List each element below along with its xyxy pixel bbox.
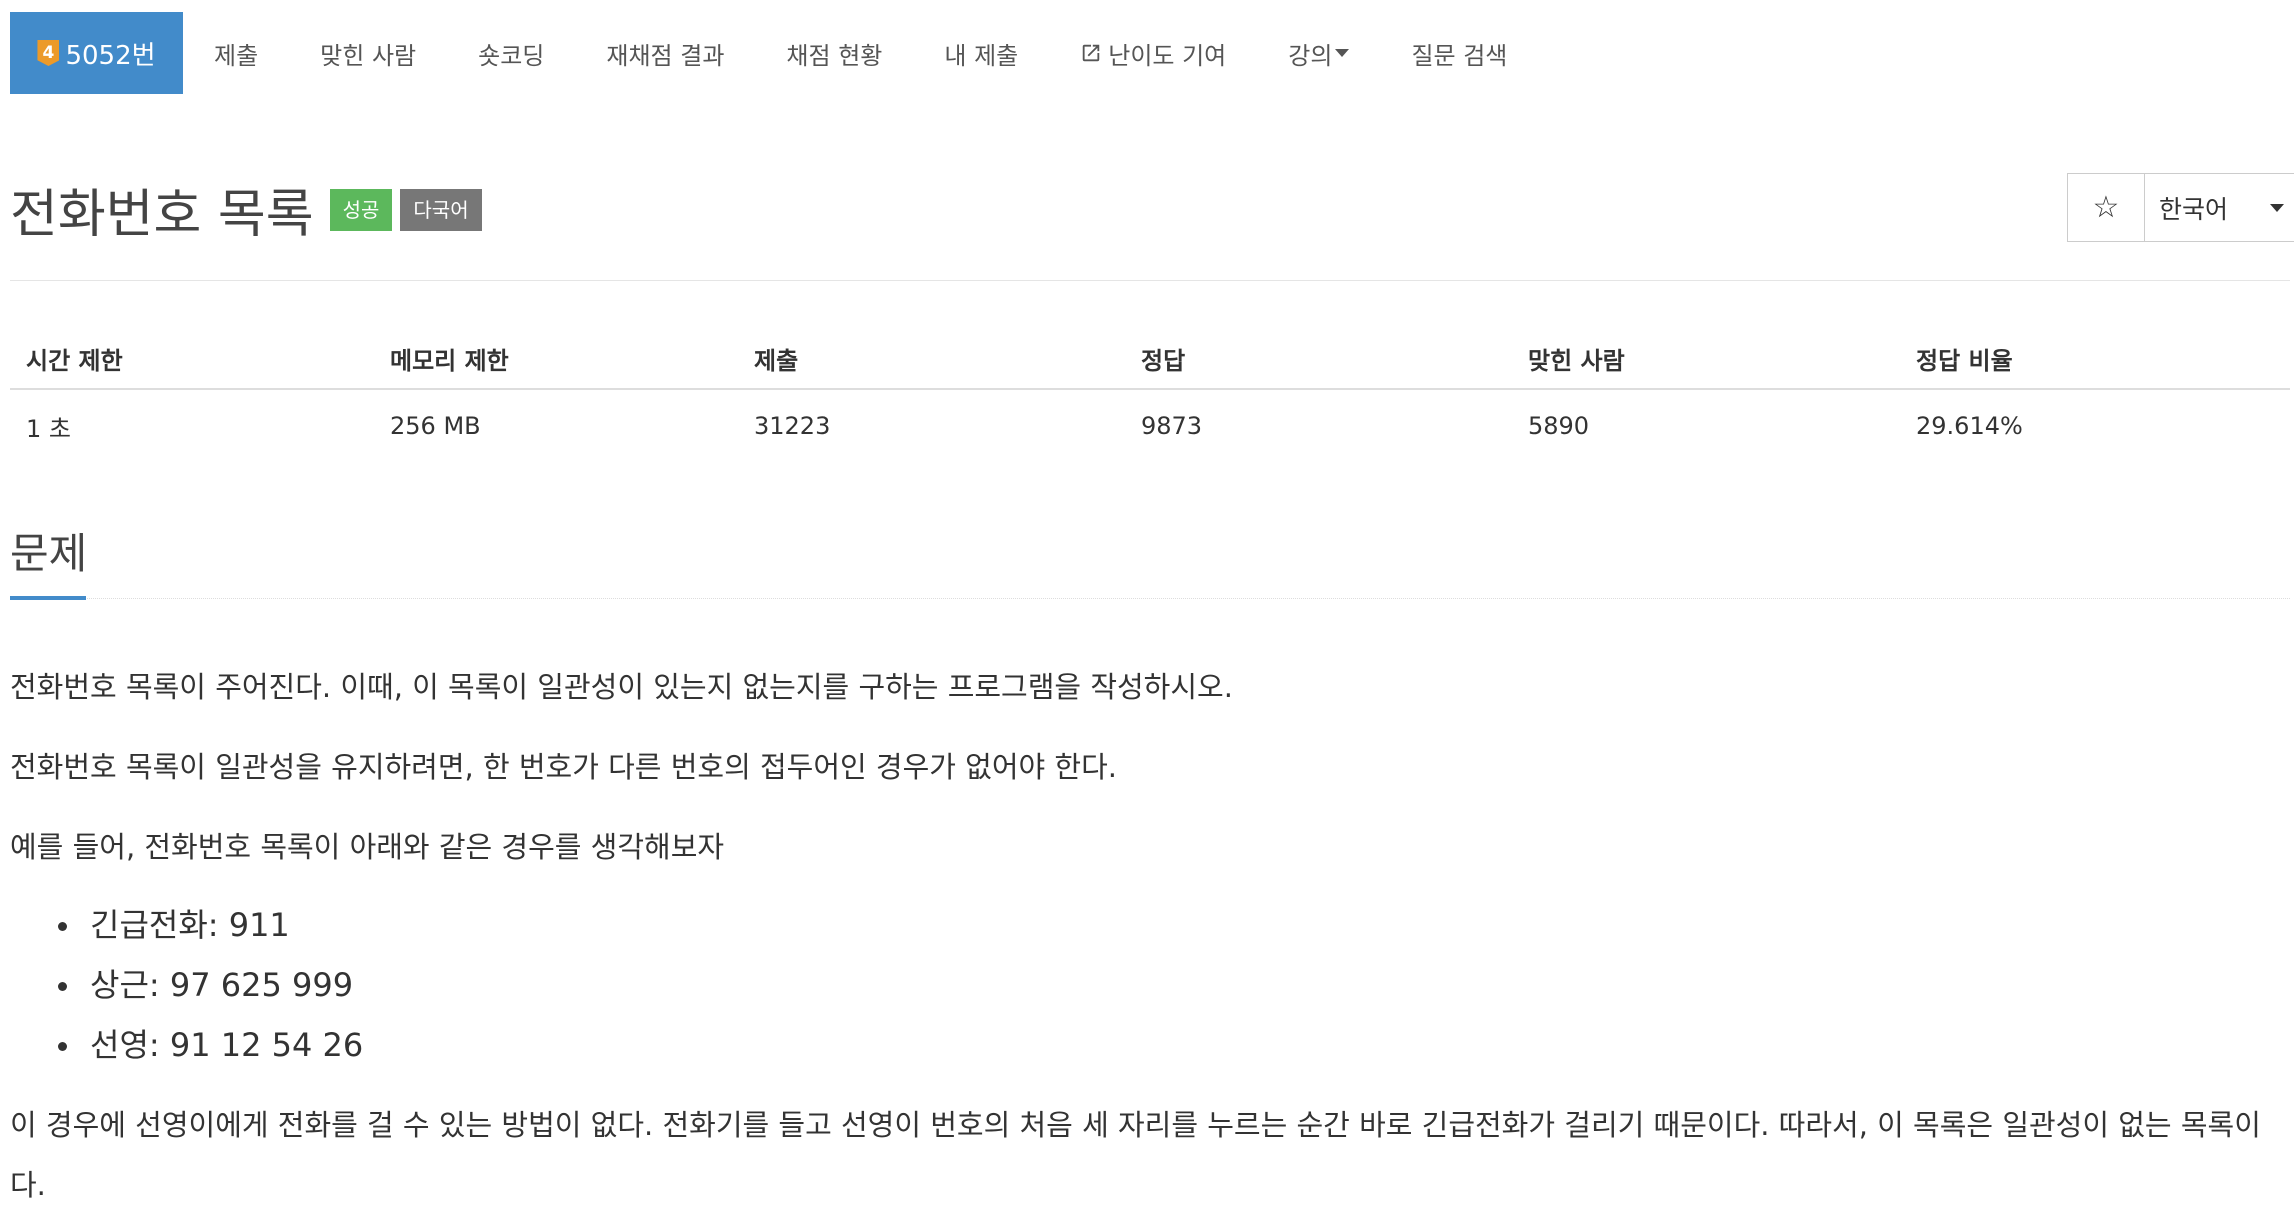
tab-solved-users[interactable]: 맞힌 사람 [289,12,447,94]
memory-limit-value: 256 MB [390,412,481,440]
tab-lectures-label: 강의 [1288,41,1333,70]
section-accent-bar [10,596,86,600]
header-accept-ratio: 정답 비율 [1900,328,2290,390]
caret-down-icon [1335,49,1350,57]
header-submissions: 제출 [738,328,1125,390]
tab-difficulty-label: 난이도 기여 [1108,41,1227,70]
star-icon: ☆ [2092,190,2120,225]
title-actions: ☆ 한국어 [2067,173,2294,242]
tab-difficulty-contribution[interactable]: 난이도 기여 [1049,12,1257,94]
status-badge-success: 성공 [329,188,393,231]
tier-badge-icon: 4 [37,40,60,66]
page: 4 5052번 제출 맞힌 사람 숏코딩 재채점 결과 채점 현황 내 제출 난… [0,0,2294,1218]
section-divider [10,598,2290,599]
language-select[interactable]: 한국어 [2145,174,2294,241]
tab-rejudge-results[interactable]: 재채점 결과 [575,12,755,94]
problem-paragraph: 예를 들어, 전화번호 목록이 아래와 같은 경우를 생각해보자 [10,830,725,864]
star-button[interactable]: ☆ [2068,174,2145,241]
solved-users-value: 5890 [1528,412,1590,440]
table-row: 1 초 256 MB 31223 9873 5890 29.614% [10,389,2290,462]
table-header-row: 시간 제한 메모리 제한 제출 정답 맞힌 사람 정답 비율 [10,328,2290,390]
submissions-value: 31223 [754,412,831,440]
header-memory-limit: 메모리 제한 [374,328,738,390]
example-list: 긴급전화: 911 상근: 97 625 999 선영: 91 12 54 26 [58,895,363,1075]
problem-id: 5052번 [65,40,156,71]
list-item: 긴급전화: 911 [58,895,363,955]
problem-paragraph: 전화번호 목록이 일관성을 유지하려면, 한 번호가 다른 번호의 접두어인 경… [10,750,1117,784]
header-accepted: 정답 [1125,328,1512,390]
time-limit-value: 1 초 [26,414,71,443]
problem-nav: 4 5052번 제출 맞힌 사람 숏코딩 재채점 결과 채점 현황 내 제출 난… [10,12,2290,94]
list-item: 선영: 91 12 54 26 [58,1015,363,1075]
tab-submit[interactable]: 제출 [183,12,289,94]
tab-my-submissions[interactable]: 내 제출 [913,12,1049,94]
header-solved-users: 맞힌 사람 [1512,328,1900,390]
badge-multilingual: 다국어 [400,188,482,231]
tab-short-coding[interactable]: 숏코딩 [447,12,575,94]
title-row: 전화번호 목록 성공 다국어 [10,172,482,247]
tab-lectures-dropdown[interactable]: 강의 [1257,12,1380,94]
tab-status[interactable]: 채점 현황 [755,12,913,94]
page-title: 전화번호 목록 [10,185,314,245]
section-title: 문제 [10,529,88,578]
problem-paragraph: 이 경우에 선영이에게 전화를 걸 수 있는 방법이 없다. 전화기를 들고 선… [10,1108,2261,1202]
caret-down-icon [2270,204,2284,212]
accept-ratio-value: 29.614% [1916,412,2023,440]
problem-paragraph: 전화번호 목록이 주어진다. 이때, 이 목록이 일관성이 있는지 없는지를 구… [10,670,1233,704]
divider [10,280,2290,281]
tab-problem[interactable]: 4 5052번 [10,12,183,94]
header-time-limit: 시간 제한 [10,328,374,390]
list-item: 상근: 97 625 999 [58,955,363,1015]
tab-question-search[interactable]: 질문 검색 [1380,12,1538,94]
accepted-value: 9873 [1141,412,1203,440]
external-link-icon [1082,44,1100,62]
problem-info-table: 시간 제한 메모리 제한 제출 정답 맞힌 사람 정답 비율 1 초 256 M… [10,328,2290,462]
language-label: 한국어 [2159,194,2229,224]
